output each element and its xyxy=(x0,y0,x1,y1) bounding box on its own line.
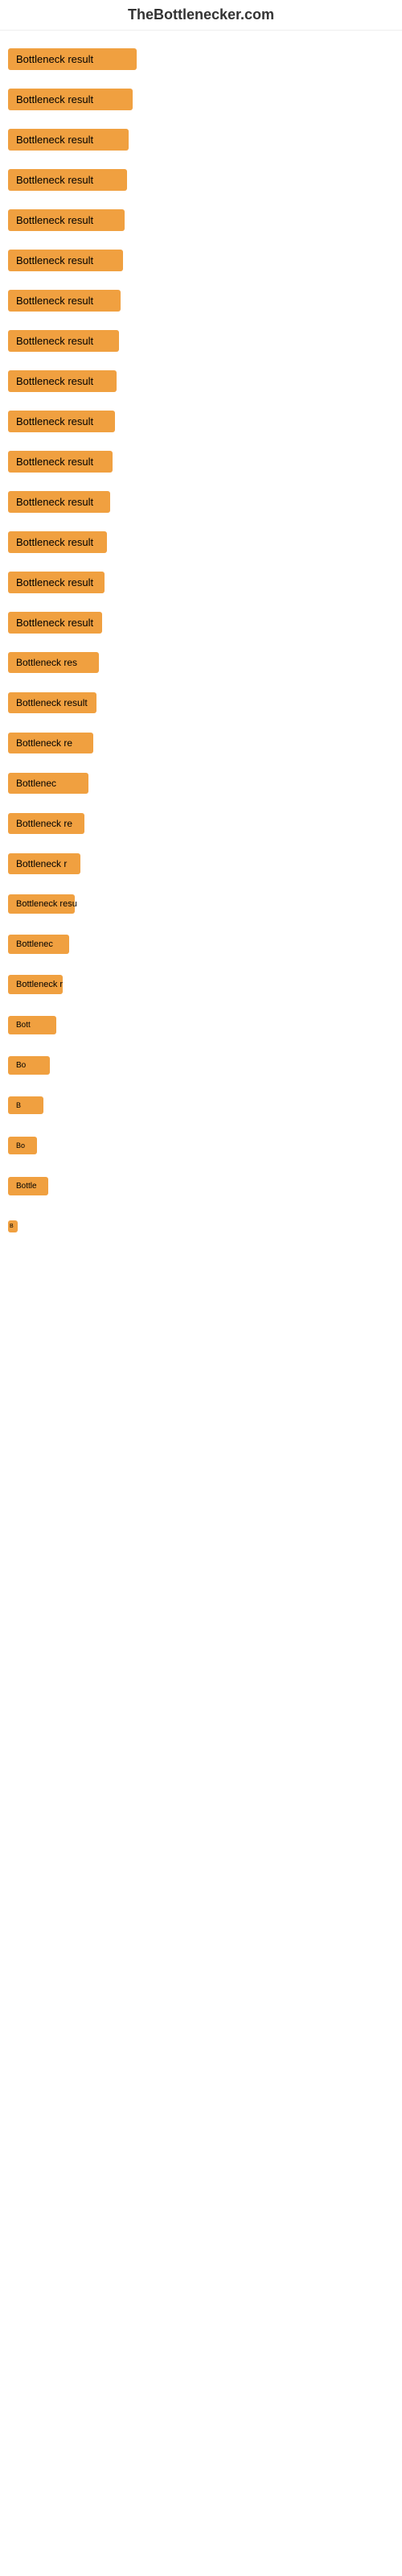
button-row: Bottleneck result xyxy=(0,240,402,280)
button-row: Bottleneck result xyxy=(0,159,402,200)
bottleneck-btn-29[interactable]: Bottle xyxy=(8,1177,48,1195)
button-row: Bottlenec xyxy=(0,924,402,964)
button-row: Bo xyxy=(0,1125,402,1166)
button-row: B xyxy=(0,1206,402,1246)
button-row: Bottleneck result xyxy=(0,602,402,642)
button-row: Bottleneck re xyxy=(0,803,402,844)
buttons-container: Bottleneck result Bottleneck result Bottle… xyxy=(0,31,402,1254)
bottleneck-btn-6[interactable]: Bottleneck result xyxy=(8,250,123,271)
button-row: Bottleneck r xyxy=(0,844,402,884)
bottleneck-btn-16[interactable]: Bottleneck res xyxy=(8,652,99,673)
bottleneck-btn-1[interactable]: Bottleneck result xyxy=(8,48,137,70)
button-row: Bottleneck resu xyxy=(0,884,402,924)
bottleneck-btn-8[interactable]: Bottleneck result xyxy=(8,330,119,352)
bottleneck-btn-4[interactable]: Bottleneck result xyxy=(8,169,127,191)
button-row: Bottle xyxy=(0,1166,402,1206)
site-title: TheBottlenecker.com xyxy=(0,0,402,31)
button-row: Bottleneck res xyxy=(0,642,402,683)
button-row: Bottleneck result xyxy=(0,361,402,401)
button-row: Bottleneck result xyxy=(0,481,402,522)
button-row: Bottleneck result xyxy=(0,441,402,481)
button-row: Bo xyxy=(0,1045,402,1085)
bottleneck-btn-21[interactable]: Bottleneck r xyxy=(8,853,80,874)
bottleneck-btn-11[interactable]: Bottleneck result xyxy=(8,451,113,473)
button-row: Bottleneck result xyxy=(0,320,402,361)
button-row: Bottleneck result xyxy=(0,39,402,79)
button-row: Bottleneck re xyxy=(0,723,402,763)
button-row: B xyxy=(0,1085,402,1125)
bottleneck-btn-22[interactable]: Bottleneck resu xyxy=(8,894,75,914)
button-row: Bottleneck r xyxy=(0,964,402,1005)
bottleneck-btn-15[interactable]: Bottleneck result xyxy=(8,612,102,634)
button-row: Bottlenec xyxy=(0,763,402,803)
bottleneck-btn-13[interactable]: Bottleneck result xyxy=(8,531,107,553)
bottleneck-btn-2[interactable]: Bottleneck result xyxy=(8,89,133,110)
bottleneck-btn-23[interactable]: Bottlenec xyxy=(8,935,69,954)
bottleneck-btn-19[interactable]: Bottlenec xyxy=(8,773,88,794)
button-row: Bottleneck result xyxy=(0,79,402,119)
button-row: Bott xyxy=(0,1005,402,1045)
bottleneck-btn-18[interactable]: Bottleneck re xyxy=(8,733,93,753)
bottleneck-btn-30[interactable]: B xyxy=(8,1220,18,1232)
bottleneck-btn-28[interactable]: Bo xyxy=(8,1137,37,1154)
bottleneck-btn-24[interactable]: Bottleneck r xyxy=(8,975,63,994)
button-row: Bottleneck result xyxy=(0,562,402,602)
bottleneck-btn-7[interactable]: Bottleneck result xyxy=(8,290,121,312)
button-row: Bottleneck result xyxy=(0,522,402,562)
button-row: Bottleneck result xyxy=(0,119,402,159)
bottleneck-btn-9[interactable]: Bottleneck result xyxy=(8,370,117,392)
button-row: Bottleneck result xyxy=(0,683,402,723)
bottleneck-btn-20[interactable]: Bottleneck re xyxy=(8,813,84,834)
bottleneck-btn-3[interactable]: Bottleneck result xyxy=(8,129,129,151)
bottleneck-btn-5[interactable]: Bottleneck result xyxy=(8,209,125,231)
button-row: Bottleneck result xyxy=(0,200,402,240)
bottleneck-btn-10[interactable]: Bottleneck result xyxy=(8,411,115,432)
bottleneck-btn-25[interactable]: Bott xyxy=(8,1016,56,1034)
bottleneck-btn-14[interactable]: Bottleneck result xyxy=(8,572,105,593)
button-row: Bottleneck result xyxy=(0,280,402,320)
empty-section xyxy=(0,1254,402,1576)
button-row: Bottleneck result xyxy=(0,401,402,441)
bottleneck-btn-12[interactable]: Bottleneck result xyxy=(8,491,110,513)
bottleneck-btn-26[interactable]: Bo xyxy=(8,1056,50,1075)
bottleneck-btn-17[interactable]: Bottleneck result xyxy=(8,692,96,713)
bottleneck-btn-27[interactable]: B xyxy=(8,1096,43,1114)
